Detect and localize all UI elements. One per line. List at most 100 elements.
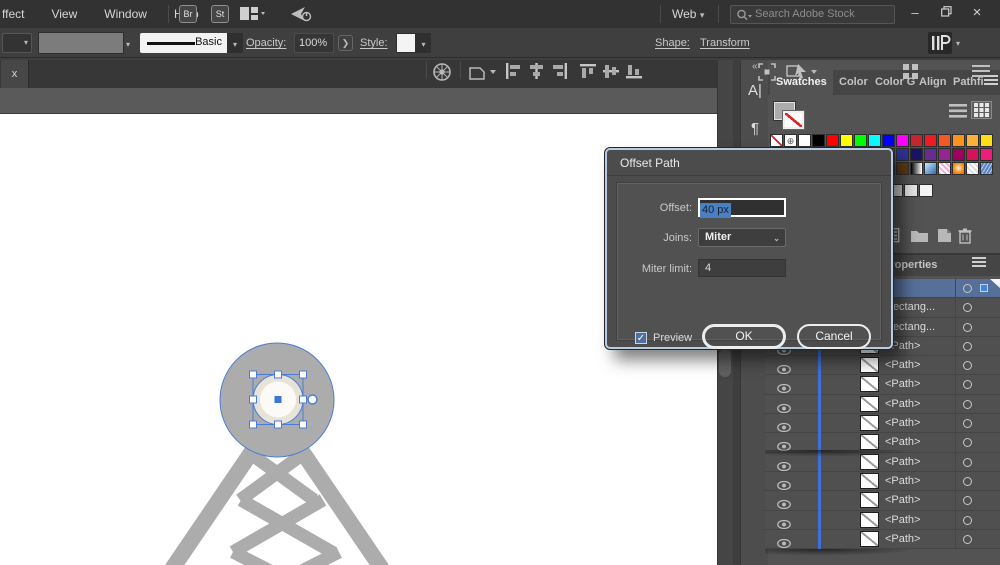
swatch-662d91[interactable] <box>924 148 937 161</box>
fill-chevron-icon[interactable]: ▾ <box>126 40 130 49</box>
shape-label[interactable]: Shape: <box>655 28 690 58</box>
swatch-registration[interactable]: ⊕ <box>784 134 797 147</box>
swatch-fbb03b[interactable] <box>966 134 979 147</box>
align-center-h-icon[interactable] <box>528 63 545 79</box>
swatch-00ffff[interactable] <box>868 134 881 147</box>
layer-row-12[interactable]: <Path> <box>765 491 1000 510</box>
stroke-profile-dropdown[interactable]: ▾ <box>2 33 32 53</box>
swatch-00ff00[interactable] <box>854 134 867 147</box>
collapse-panels-icon[interactable]: « <box>752 61 758 72</box>
layer-thumbnail[interactable] <box>860 415 879 431</box>
layer-row-11[interactable]: <Path> <box>765 472 1000 491</box>
align-right-icon[interactable] <box>551 63 568 79</box>
dialog-title[interactable]: Offset Path <box>607 150 891 176</box>
brush-dropdown-chevron[interactable]: ▾ <box>227 33 243 53</box>
layer-label[interactable]: <Path> <box>885 494 920 506</box>
layer-row-5[interactable]: <Path> <box>765 356 1000 375</box>
swatch-ffde17[interactable] <box>980 134 993 147</box>
target-circle[interactable] <box>963 303 972 312</box>
grid-view-icon[interactable] <box>971 101 992 119</box>
tab-color[interactable]: Color <box>833 70 874 95</box>
stroke-proxy-none[interactable] <box>783 111 804 129</box>
layer-row-13[interactable]: <Path> <box>765 511 1000 530</box>
align-left-icon[interactable] <box>505 63 522 79</box>
swatch-ed1e79[interactable] <box>980 148 993 161</box>
document-tab-close[interactable]: x <box>1 60 29 88</box>
paragraph-panel-icon[interactable]: ¶ <box>745 120 765 137</box>
scrollbar-thumb[interactable] <box>719 349 731 377</box>
layer-label[interactable]: <Path> <box>885 359 920 371</box>
menu-window[interactable]: Window <box>104 7 147 21</box>
swatch-2e3192[interactable] <box>896 148 909 161</box>
transform-label[interactable]: Transform <box>700 28 750 58</box>
preview-checkbox[interactable]: ✓ <box>635 332 647 344</box>
swatch-1b1464[interactable] <box>910 148 923 161</box>
bridge-badge[interactable]: Br <box>179 5 197 23</box>
stock-badge[interactable]: St <box>211 5 229 23</box>
control-menu-icon[interactable] <box>972 65 990 78</box>
swatch-pat-pink[interactable] <box>938 162 951 175</box>
layer-label[interactable]: <Path> <box>885 533 920 545</box>
layer-label[interactable]: <Path> <box>885 417 920 429</box>
menu-ffect[interactable]: ffect <box>2 7 24 21</box>
layer-label[interactable]: <Path> <box>885 398 920 410</box>
target-circle[interactable] <box>963 342 972 351</box>
target-circle[interactable] <box>963 361 972 370</box>
target-circle[interactable] <box>963 496 972 505</box>
swatch-none[interactable] <box>770 134 783 147</box>
layer-label[interactable]: <Path> <box>885 514 920 526</box>
layer-thumbnail[interactable] <box>860 492 879 508</box>
swatch-ffff00[interactable] <box>840 134 853 147</box>
character-panel-icon[interactable]: A| <box>745 82 765 99</box>
workspace-switcher-icon[interactable] <box>240 7 266 26</box>
target-circle[interactable] <box>963 284 972 293</box>
close-window-button[interactable]: × <box>964 0 990 26</box>
target-circle[interactable] <box>963 400 972 409</box>
swatch-d4145a[interactable] <box>966 148 979 161</box>
panel-toggle-chevron[interactable]: ▾ <box>956 39 960 48</box>
layer-thumbnail[interactable] <box>860 531 879 547</box>
layer-row-7[interactable]: <Path> <box>765 395 1000 414</box>
swatch-pat-white[interactable] <box>966 162 979 175</box>
isolate-object-icon[interactable] <box>786 62 818 82</box>
swatch-pat-blue[interactable] <box>980 162 993 175</box>
swatch-f15a24[interactable] <box>938 134 951 147</box>
apps-grid-icon[interactable] <box>903 64 921 79</box>
restore-button[interactable] <box>933 0 959 26</box>
swatch-0000ff[interactable] <box>882 134 895 147</box>
swatch-603813[interactable] <box>896 162 909 175</box>
layer-thumbnail[interactable] <box>860 434 879 450</box>
layer-row-6[interactable]: <Path> <box>765 375 1000 394</box>
swatch-000000[interactable] <box>812 134 825 147</box>
joins-dropdown[interactable]: Miter ⌄ <box>698 228 786 247</box>
align-top-icon[interactable] <box>580 63 597 79</box>
search-input[interactable]: Search Adobe Stock <box>730 5 895 24</box>
new-color-group-icon[interactable] <box>910 228 929 243</box>
swatch-grad-blue[interactable] <box>924 162 937 175</box>
miter-limit-input[interactable]: 4 <box>698 259 786 277</box>
swatch-grad-gray[interactable] <box>910 162 923 175</box>
layer-label[interactable]: <Path> <box>885 475 920 487</box>
opacity-label[interactable]: Opacity: <box>246 28 286 58</box>
ok-button[interactable]: OK <box>702 324 786 349</box>
workspace-dropdown[interactable]: Web ▾ <box>672 0 704 29</box>
layer-thumbnail[interactable] <box>860 512 879 528</box>
layer-thumbnail[interactable] <box>860 357 879 373</box>
swatch-ff0000[interactable] <box>826 134 839 147</box>
offset-input[interactable]: 40 px <box>698 198 786 217</box>
swatch-ffffff[interactable] <box>798 134 811 147</box>
style-label[interactable]: Style: <box>360 28 388 58</box>
swatch-e4e4e4[interactable] <box>904 184 918 197</box>
target-circle[interactable] <box>963 419 972 428</box>
free-transform-icon[interactable] <box>758 63 776 81</box>
style-swatch[interactable] <box>396 33 416 53</box>
new-swatch-icon[interactable] <box>937 228 952 243</box>
swatch-93278f[interactable] <box>938 148 951 161</box>
selection-color-box[interactable] <box>980 284 988 292</box>
align-bottom-icon[interactable] <box>626 63 643 79</box>
layer-thumbnail[interactable] <box>860 473 879 489</box>
fill-stroke-indicator[interactable] <box>774 102 808 132</box>
style-dropdown-chevron[interactable]: ▾ <box>416 33 431 53</box>
target-circle[interactable] <box>963 323 972 332</box>
swatch-9e005d[interactable] <box>952 148 965 161</box>
